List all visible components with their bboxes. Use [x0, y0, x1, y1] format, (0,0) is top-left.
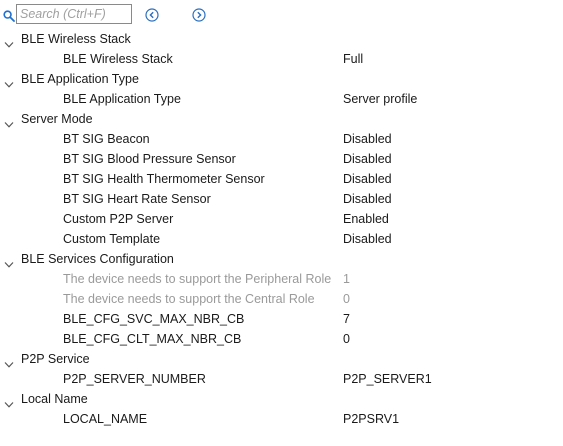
parameter-name: The device needs to support the Central …: [63, 292, 315, 306]
group-label: BLE Services Configuration: [21, 252, 174, 266]
parameter-name: BT SIG Health Thermometer Sensor: [63, 172, 265, 186]
group-header[interactable]: Server Mode: [0, 109, 563, 129]
parameter-name: LOCAL_NAME: [63, 412, 148, 426]
group-label: BLE Wireless Stack: [21, 32, 131, 46]
search-icon[interactable]: [3, 10, 15, 22]
parameter-value[interactable]: 0: [343, 289, 350, 309]
parameter-value[interactable]: Disabled: [343, 229, 392, 249]
group-label: Server Mode: [21, 112, 93, 126]
parameter-value[interactable]: Enabled: [343, 209, 389, 229]
previous-match-button[interactable]: [145, 8, 159, 22]
parameter-value[interactable]: Disabled: [343, 169, 392, 189]
next-match-button[interactable]: [192, 8, 206, 22]
parameter-value[interactable]: Disabled: [343, 149, 392, 169]
parameter-row[interactable]: BT SIG Health Thermometer Sensor Disabled: [0, 169, 563, 189]
parameter-tree: BLE Wireless Stack BLE Wireless Stack Full…: [0, 29, 563, 429]
chevron-down-icon[interactable]: [4, 75, 14, 88]
group-label: Local Name: [21, 392, 88, 406]
parameter-name: BT SIG Heart Rate Sensor: [63, 192, 211, 206]
group-label: BLE Application Type: [21, 72, 139, 86]
parameter-value[interactable]: 1: [343, 269, 350, 289]
parameter-name: BT SIG Blood Pressure Sensor: [63, 152, 236, 166]
chevron-down-icon[interactable]: [4, 35, 14, 48]
parameter-row[interactable]: BLE Application Type Server profile: [0, 89, 563, 109]
parameter-row[interactable]: The device needs to support the Peripher…: [0, 269, 563, 289]
parameter-row[interactable]: P2P_SERVER_NUMBER P2P_SERVER1: [0, 369, 563, 389]
group-header[interactable]: BLE Services Configuration: [0, 249, 563, 269]
parameter-value[interactable]: P2PSRV1: [343, 409, 399, 429]
parameter-name: BT SIG Beacon: [63, 132, 150, 146]
parameter-row[interactable]: BT SIG Beacon Disabled: [0, 129, 563, 149]
chevron-down-icon[interactable]: [4, 115, 14, 128]
chevron-down-icon[interactable]: [4, 355, 14, 368]
parameter-name: BLE_CFG_SVC_MAX_NBR_CB: [63, 312, 245, 326]
parameter-value[interactable]: Disabled: [343, 189, 392, 209]
search-toolbar: [0, 4, 563, 26]
parameter-value[interactable]: Disabled: [343, 129, 392, 149]
parameter-row[interactable]: BT SIG Blood Pressure Sensor Disabled: [0, 149, 563, 169]
parameter-name: BLE Wireless Stack: [63, 52, 173, 66]
parameter-row[interactable]: BLE Wireless Stack Full: [0, 49, 563, 69]
parameter-row[interactable]: LOCAL_NAME P2PSRV1: [0, 409, 563, 429]
parameter-name: The device needs to support the Peripher…: [63, 272, 332, 286]
parameter-value[interactable]: Server profile: [343, 89, 417, 109]
search-input[interactable]: [16, 4, 132, 24]
chevron-down-icon[interactable]: [4, 255, 14, 268]
parameter-name: Custom Template: [63, 232, 161, 246]
parameter-row[interactable]: Custom P2P Server Enabled: [0, 209, 563, 229]
parameter-value[interactable]: 7: [343, 309, 350, 329]
parameter-row[interactable]: BT SIG Heart Rate Sensor Disabled: [0, 189, 563, 209]
parameter-name: BLE Application Type: [63, 92, 181, 106]
chevron-left-circle-icon: [145, 8, 159, 22]
parameter-value[interactable]: 0: [343, 329, 350, 349]
group-header[interactable]: Local Name: [0, 389, 563, 409]
parameter-row[interactable]: The device needs to support the Central …: [0, 289, 563, 309]
parameter-name: BLE_CFG_CLT_MAX_NBR_CB: [63, 332, 242, 346]
parameter-row[interactable]: BLE_CFG_SVC_MAX_NBR_CB 7: [0, 309, 563, 329]
parameter-row[interactable]: BLE_CFG_CLT_MAX_NBR_CB 0: [0, 329, 563, 349]
parameter-value[interactable]: Full: [343, 49, 363, 69]
parameter-name: P2P_SERVER_NUMBER: [63, 372, 206, 386]
parameter-value[interactable]: P2P_SERVER1: [343, 369, 432, 389]
group-header[interactable]: BLE Wireless Stack: [0, 29, 563, 49]
chevron-right-circle-icon: [192, 8, 206, 22]
parameter-row[interactable]: Custom Template Disabled: [0, 229, 563, 249]
parameter-name: Custom P2P Server: [63, 212, 174, 226]
group-label: P2P Service: [21, 352, 90, 366]
group-header[interactable]: P2P Service: [0, 349, 563, 369]
group-header[interactable]: BLE Application Type: [0, 69, 563, 89]
chevron-down-icon[interactable]: [4, 395, 14, 408]
